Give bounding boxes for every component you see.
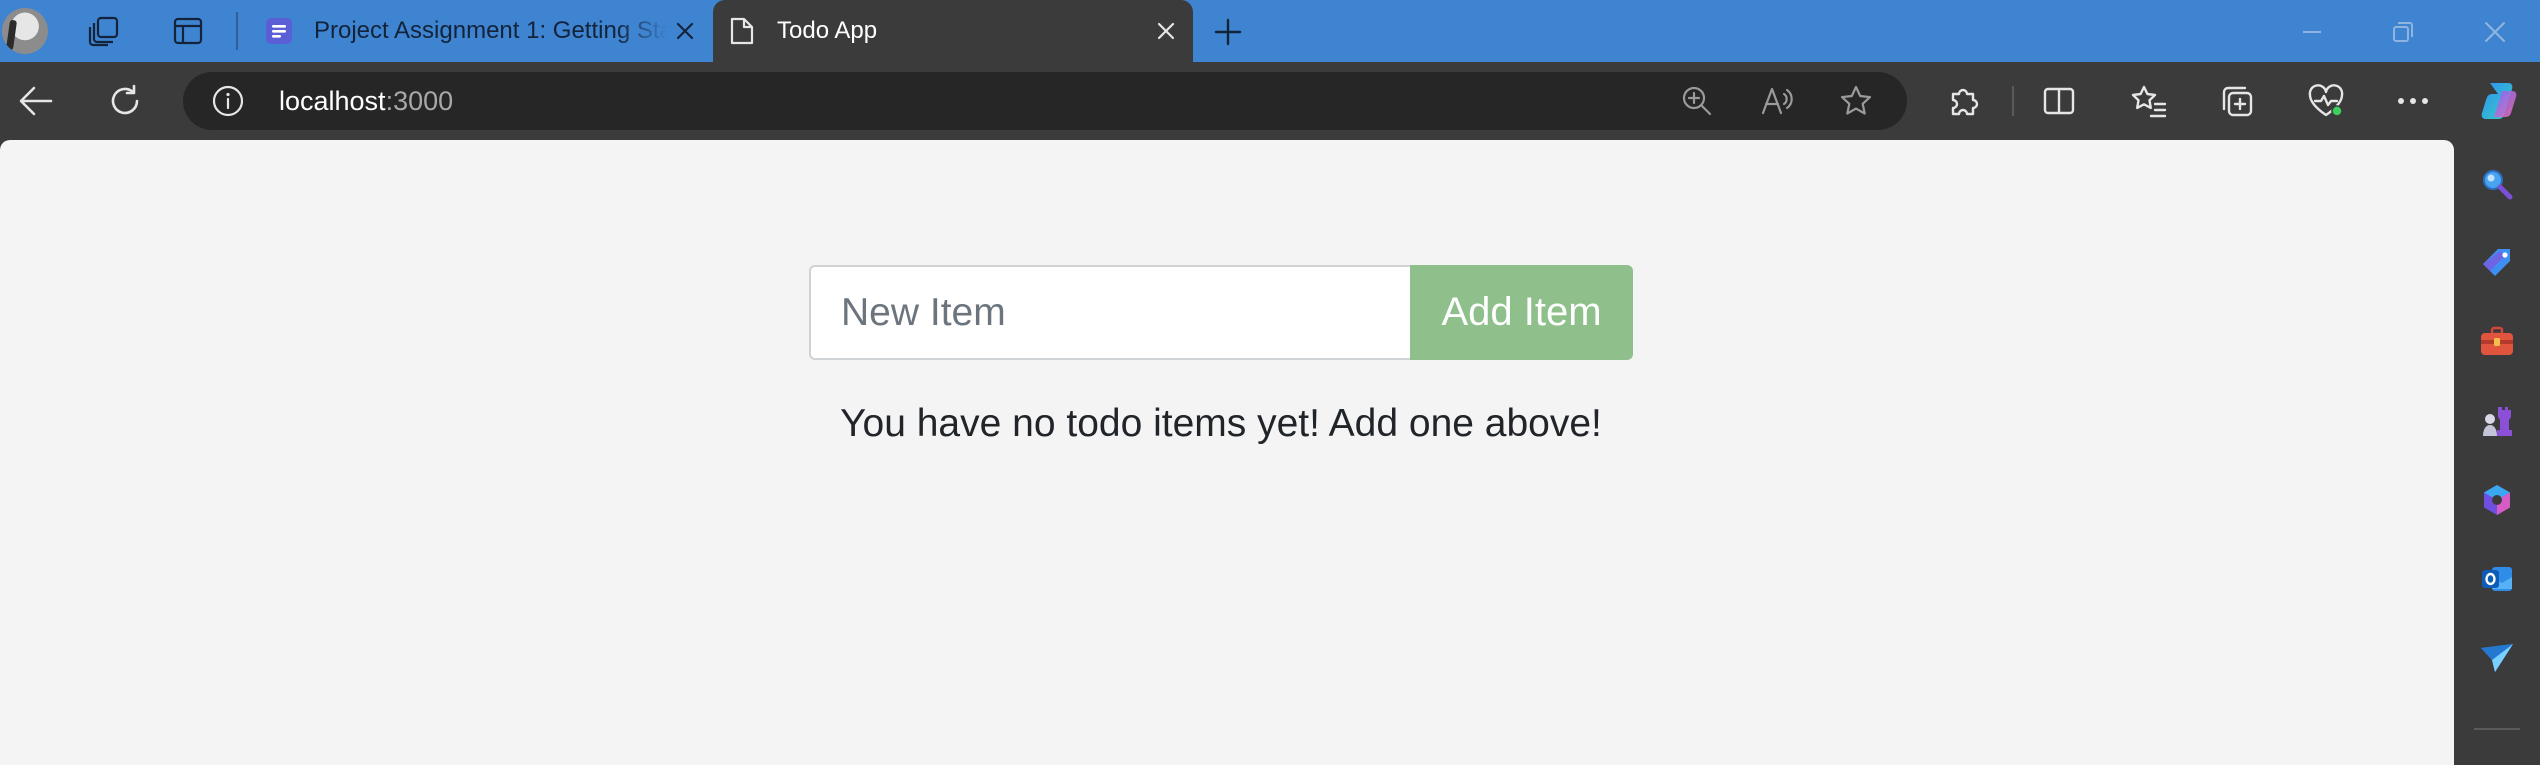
- vertical-tabs-icon[interactable]: [170, 14, 206, 48]
- tab-strip: Project Assignment 1: Getting Started To…: [0, 0, 2540, 62]
- favorite-star-icon[interactable]: [1835, 80, 1877, 122]
- site-info-icon[interactable]: [209, 82, 247, 120]
- new-tab-button[interactable]: [1210, 14, 1246, 50]
- favorites-icon[interactable]: [2127, 79, 2171, 123]
- url-text[interactable]: localhost:3000: [279, 86, 453, 117]
- shopping-tag-icon[interactable]: [2475, 241, 2519, 285]
- tab-title: Project Assignment 1: Getting Started: [314, 17, 668, 44]
- microsoft-365-icon[interactable]: [2475, 478, 2519, 522]
- url-host: localhost: [279, 86, 386, 116]
- document-lines-icon: [262, 14, 296, 48]
- browser-toolbar: localhost:3000: [0, 62, 2540, 140]
- url-port: :3000: [385, 86, 454, 116]
- add-item-button[interactable]: Add Item: [1410, 265, 1633, 360]
- split-screen-icon[interactable]: [2037, 79, 2081, 123]
- more-options-icon[interactable]: [2391, 79, 2435, 123]
- zoom-icon[interactable]: [1676, 80, 1718, 122]
- copilot-icon[interactable]: [2474, 75, 2526, 127]
- tab-strip-divider: [236, 12, 238, 50]
- tab-project-assignment[interactable]: Project Assignment 1: Getting Started: [250, 0, 712, 62]
- send-drop-icon[interactable]: [2475, 636, 2519, 680]
- extensions-icon[interactable]: [1942, 79, 1986, 123]
- toolbar-divider: [2012, 86, 2014, 116]
- tab-todo-app[interactable]: Todo App: [713, 0, 1193, 62]
- tab-title: Todo App: [777, 17, 878, 44]
- search-icon[interactable]: [2475, 162, 2519, 206]
- new-item-input[interactable]: [809, 265, 1410, 360]
- close-icon[interactable]: [1149, 14, 1183, 48]
- add-item-form: Add Item: [809, 265, 1633, 360]
- edge-sidebar: [2454, 140, 2540, 765]
- collections-icon[interactable]: [2215, 79, 2259, 123]
- back-button[interactable]: [14, 79, 58, 123]
- profile-avatar[interactable]: [2, 8, 48, 54]
- refresh-button[interactable]: [103, 79, 147, 123]
- sidebar-divider: [2474, 728, 2520, 730]
- tools-briefcase-icon[interactable]: [2475, 320, 2519, 364]
- minimize-icon[interactable]: [2292, 12, 2332, 52]
- outlook-icon[interactable]: [2475, 557, 2519, 601]
- browser-essentials-icon[interactable]: [2304, 79, 2348, 123]
- address-bar[interactable]: localhost:3000: [183, 72, 1907, 130]
- page-icon: [725, 14, 759, 48]
- restore-icon[interactable]: [2383, 12, 2423, 52]
- page-content: Add Item You have no todo items yet! Add…: [0, 140, 2454, 765]
- empty-state-message: You have no todo items yet! Add one abov…: [840, 402, 1602, 445]
- workspaces-icon[interactable]: [86, 14, 122, 48]
- read-aloud-icon[interactable]: [1756, 80, 1798, 122]
- games-chess-icon[interactable]: [2475, 399, 2519, 443]
- close-window-icon[interactable]: [2475, 12, 2515, 52]
- close-icon[interactable]: [668, 14, 702, 48]
